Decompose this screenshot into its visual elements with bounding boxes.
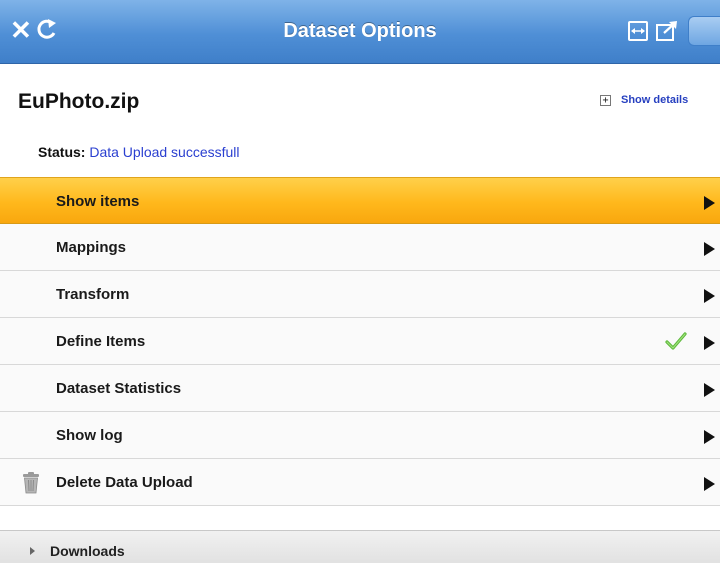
arrow-right-icon (704, 336, 715, 350)
status-value: Data Upload successfull (89, 144, 240, 160)
title-bar: ✕ Dataset Options (0, 0, 720, 64)
expand-icon[interactable] (628, 21, 648, 41)
menu-item-dataset-statistics[interactable]: Dataset Statistics (0, 365, 720, 412)
plus-icon: + (600, 94, 611, 106)
show-details-toggle[interactable]: + Show details (600, 94, 688, 106)
menu-item-label: Dataset Statistics (56, 380, 182, 397)
show-details-label: Show details (621, 94, 689, 106)
share-icon[interactable] (655, 20, 679, 42)
dataset-title: EuPhoto.zip (18, 90, 140, 113)
arrow-right-icon (704, 477, 715, 491)
titlebar-button[interactable] (688, 16, 720, 46)
menu-item-label: Mappings (56, 239, 126, 256)
menu-item-transform[interactable]: Transform (0, 271, 720, 318)
disclosure-triangle-icon (30, 547, 35, 555)
menu-item-show-log[interactable]: Show log (0, 412, 720, 459)
downloads-section[interactable]: Downloads (0, 530, 720, 563)
menu-item-label: Delete Data Upload (56, 474, 193, 491)
trash-icon (23, 472, 39, 494)
menu-item-delete-data-upload[interactable]: Delete Data Upload (0, 459, 720, 506)
menu-item-label: Transform (56, 286, 130, 303)
downloads-label: Downloads (50, 543, 125, 559)
menu-item-label: Define Items (56, 333, 146, 350)
status-label: Status: (38, 144, 86, 160)
arrow-right-icon (704, 242, 715, 256)
menu-item-define-items[interactable]: Define Items (0, 318, 720, 365)
menu-item-label: Show items (56, 193, 140, 210)
arrow-right-icon (704, 383, 715, 397)
check-icon (665, 332, 687, 350)
menu-item-label: Show log (56, 427, 123, 444)
arrow-right-icon (704, 196, 715, 210)
status-line: Status: Data Upload successfull (38, 144, 240, 160)
window-title: Dataset Options (283, 20, 437, 42)
menu-item-mappings[interactable]: Mappings (0, 224, 720, 271)
arrow-right-icon (704, 289, 715, 303)
options-menu: Show items Mappings Transform Define Ite… (0, 177, 720, 506)
arrow-right-icon (704, 430, 715, 444)
menu-item-show-items[interactable]: Show items (0, 177, 720, 224)
